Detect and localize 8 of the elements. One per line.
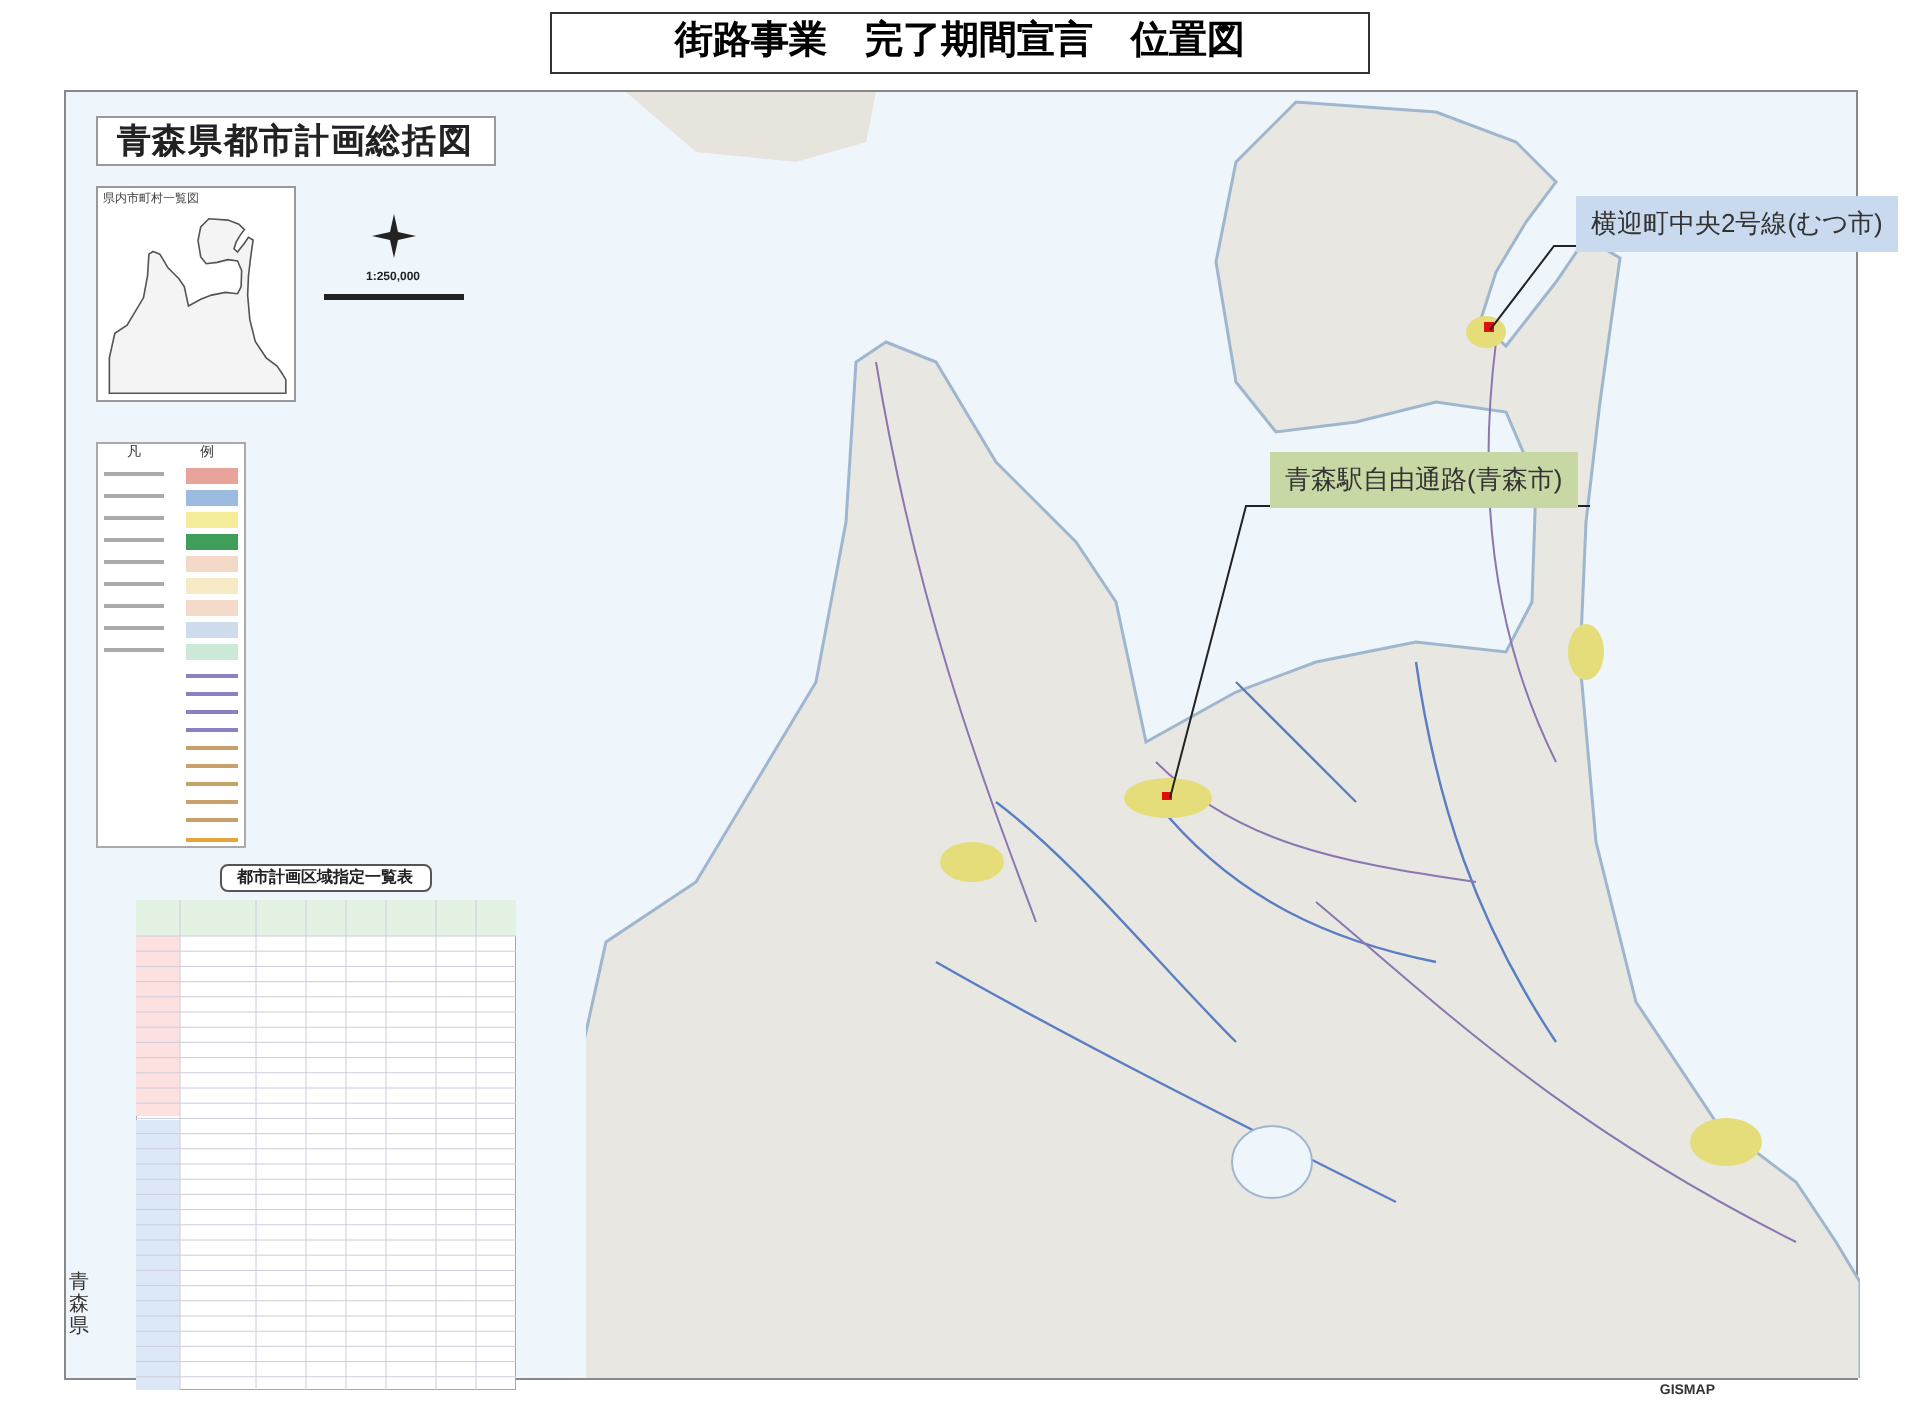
map-title: 青森県都市計画総括図	[95, 116, 495, 166]
table-title: 都市計画区域指定一覧表	[219, 863, 431, 891]
side-label: 青森県	[69, 1272, 89, 1338]
compass-icon	[371, 214, 415, 258]
page-title: 街路事業 完了期間宣言 位置図	[550, 12, 1370, 74]
scale-bar	[323, 292, 463, 302]
callout-label: 青森駅自由通路(青森市)	[1269, 452, 1579, 507]
callout-label: 横迎町中央2号線(むつ市)	[1575, 196, 1899, 251]
